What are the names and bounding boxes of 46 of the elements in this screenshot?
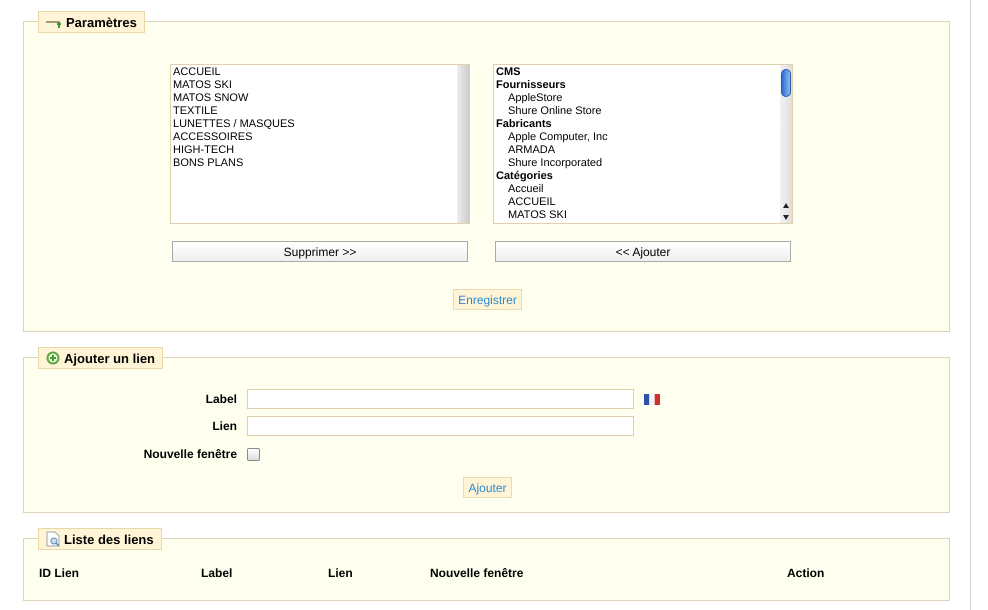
list-group-label: CMS [496,66,522,79]
scroll-up-icon[interactable] [783,203,789,208]
list-group-label: Catégories [496,170,554,183]
available-list[interactable]: CMS Fournisseurs AppleStore Shure Online Store Fabricants Apple Computer, Inc ARMADA Shure Incorporated Catégories Accueil ACCUEIL MATOS SKI [493,64,793,224]
list-option[interactable]: Shure Online Store [496,105,778,118]
list-option[interactable]: BONS PLANS [173,157,455,170]
flag-icon [644,394,660,404]
field-label: Label [204,392,237,406]
section-title: Ajouter un lien [64,350,155,366]
column-header: Label [201,566,234,580]
column-header: ID Lien [39,566,80,580]
list-option[interactable]: ACCESSOIRES [173,131,455,144]
list-option[interactable]: LUNETTES / MASQUES [173,118,455,131]
section-title: Paramètres [66,14,137,30]
scrollbar[interactable] [780,65,792,223]
list-option[interactable]: MATOS SNOW [173,92,455,105]
label-input[interactable] [247,389,634,409]
plus-circle-icon [46,351,60,365]
field-label: Lien [211,419,237,433]
list-option[interactable]: HIGH-TECH [173,144,455,157]
list-option[interactable]: ARMADA [496,144,778,157]
section-title: Liste des liens [64,532,154,546]
column-header: Lien [328,566,354,580]
list-option[interactable]: Apple Computer, Inc [496,131,778,144]
list-option[interactable]: MATOS SKI [173,79,455,92]
scroll-thumb[interactable] [781,69,791,97]
list-option[interactable]: Shure Incorporated [496,157,778,170]
list-option[interactable]: ACCUEIL [173,66,455,79]
field-label: Nouvelle fenêtre [142,447,237,461]
list-group-label: Fabricants [496,118,553,131]
list-option[interactable]: ACCUEIL [496,196,778,209]
scrollbar[interactable] [457,65,469,223]
add-button[interactable]: << Ajouter [495,241,791,262]
list-option[interactable]: AppleStore [496,92,778,105]
list-option[interactable]: TEXTILE [173,105,455,118]
column-header: Nouvelle fenêtre [430,566,524,580]
link-input[interactable] [247,416,634,436]
remove-button[interactable]: Supprimer >> [172,241,468,262]
selected-list[interactable]: ACCUEIL MATOS SKI MATOS SNOW TEXTILE LUNETTES / MASQUES ACCESSOIRES HIGH-TECH BONS PLANS [170,64,470,224]
list-group-label: Fournisseurs [496,79,567,92]
new-window-checkbox[interactable] [247,448,260,461]
list-option[interactable]: MATOS SKI [496,209,778,222]
list-option[interactable]: Accueil [496,183,778,196]
scroll-down-icon[interactable] [783,215,789,220]
document-search-icon [46,531,60,547]
column-header: Action [787,566,826,580]
